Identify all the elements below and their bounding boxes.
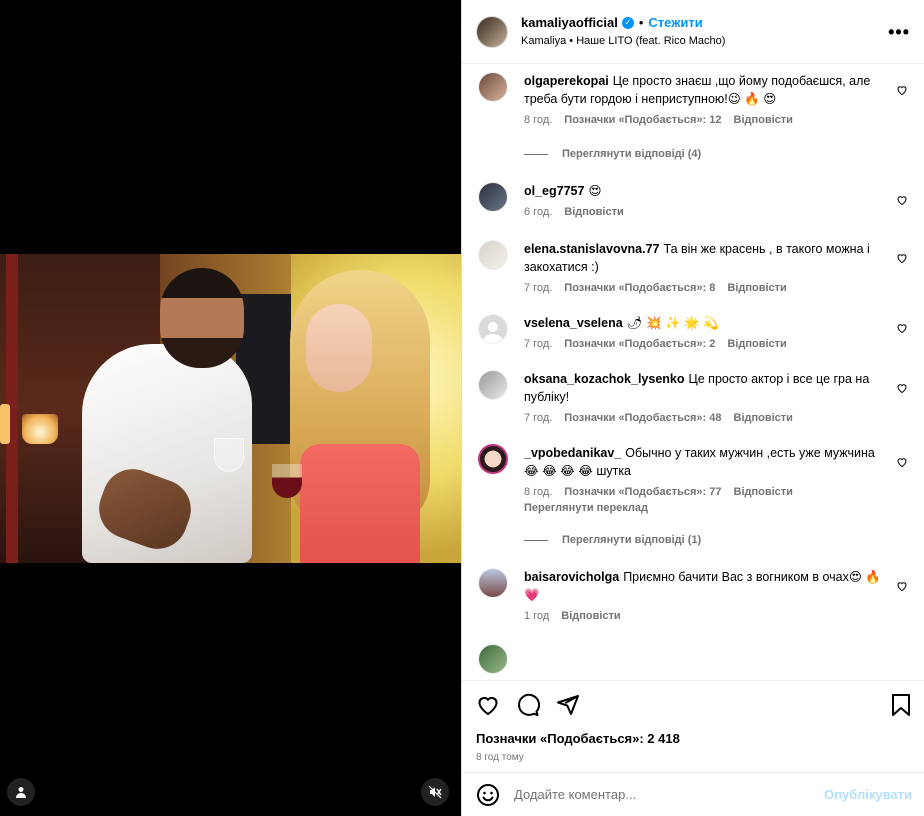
commenter-avatar[interactable] [478, 240, 508, 270]
commenter-username[interactable]: elena.stanislavovna.77 [524, 242, 660, 256]
view-replies-button[interactable]: Переглянути відповіді (4) [524, 148, 910, 160]
reply-button[interactable]: Відповісти [561, 610, 620, 622]
comment-likes[interactable]: Позначки «Подобається»: 8 [564, 282, 715, 294]
comment-text: 😍 [588, 184, 602, 198]
reply-button[interactable]: Відповісти [727, 338, 786, 350]
comment-text: 🌶 💥 ✨ 🌟 💫 [626, 316, 719, 330]
comment-time[interactable]: 7 год. [524, 412, 552, 424]
commenter-username[interactable]: olgaperekopai [524, 74, 609, 88]
comment-item: oksana_kozachok_lysenko Це просто актор і… [478, 370, 910, 424]
mute-toggle-button[interactable] [421, 778, 449, 806]
comment-time[interactable]: 7 год. [524, 282, 552, 294]
view-replies-button[interactable]: Переглянути відповіді (1) [524, 534, 910, 546]
comment-time[interactable]: 1 год [524, 610, 549, 622]
emoji-icon[interactable] [476, 783, 500, 807]
comment-likes[interactable]: Позначки «Подобається»: 2 [564, 338, 715, 350]
like-comment-heart-icon[interactable] [896, 382, 908, 394]
user-icon [16, 787, 26, 798]
default-avatar-icon [483, 322, 503, 343]
comment-item: _vpobedanikav_ Обычно у таких мужчин ,ест… [478, 444, 910, 514]
like-comment-heart-icon[interactable] [896, 252, 908, 264]
view-translation-button[interactable]: Переглянути переклад [524, 502, 882, 514]
comment-item: vselena_vselena 🌶 💥 ✨ 🌟 💫 7 год. Позначки… [478, 314, 910, 350]
view-replies-label[interactable]: Переглянути відповіді (4) [562, 148, 701, 160]
post-timestamp[interactable]: 8 год тому [462, 750, 924, 772]
post-header: kamaliyaofficial ✓ • Стежити Kamaliya • … [462, 0, 924, 64]
comment-likes[interactable]: Позначки «Подобається»: 12 [564, 114, 721, 126]
like-comment-heart-icon[interactable] [896, 580, 908, 592]
audio-track-link[interactable]: Kamaliya • Наше LITO (feat. Rico Macho) [521, 35, 725, 49]
comment-likes[interactable]: Позначки «Подобається»: 77 [564, 486, 721, 498]
commenter-username[interactable]: baisarovicholga [524, 570, 619, 584]
comment-item: ol_eg7757 😍 6 год. Відповісти [478, 182, 910, 218]
reply-button[interactable]: Відповісти [734, 486, 793, 498]
comment-input[interactable] [514, 787, 825, 802]
publish-button[interactable]: Опублікувати [824, 787, 912, 802]
post-photo [0, 254, 461, 563]
comment-time[interactable]: 8 год. [524, 114, 552, 126]
commenter-avatar[interactable] [478, 444, 508, 474]
separator-dot: • [638, 14, 644, 30]
reply-button[interactable]: Відповісти [734, 114, 793, 126]
like-comment-heart-icon[interactable] [896, 456, 908, 468]
reply-button[interactable]: Відповісти [734, 412, 793, 424]
commenter-username[interactable]: vselena_vselena [524, 316, 623, 330]
post-actions-bar [462, 680, 924, 728]
commenter-avatar[interactable] [478, 72, 508, 102]
post-side-panel: kamaliyaofficial ✓ • Стежити Kamaliya • … [461, 0, 924, 816]
comment-time[interactable]: 6 год. [524, 206, 552, 218]
comment-likes[interactable]: Позначки «Подобається»: 48 [564, 412, 721, 424]
post-media[interactable] [0, 0, 461, 816]
comment-time[interactable]: 8 год. [524, 486, 552, 498]
post-dialog: kamaliyaofficial ✓ • Стежити Kamaliya • … [0, 0, 924, 816]
comment-item: elena.stanislavovna.77 Та він же красень … [478, 240, 910, 294]
like-comment-heart-icon[interactable] [896, 322, 908, 334]
comment-item: olgaperekopai Це просто знаєш ,що йому по… [478, 72, 910, 126]
commenter-username[interactable]: ol_eg7757 [524, 184, 584, 198]
commenter-avatar[interactable] [478, 568, 508, 598]
author-username[interactable]: kamaliyaofficial [521, 15, 618, 31]
comment-icon[interactable] [516, 693, 540, 717]
replies-divider [524, 153, 548, 155]
add-comment-bar: Опублікувати [462, 772, 924, 816]
more-options-icon[interactable]: ••• [888, 22, 910, 43]
like-comment-heart-icon[interactable] [896, 84, 908, 96]
post-likes-count[interactable]: Позначки «Подобається»: 2 418 [462, 728, 924, 750]
commenter-username[interactable]: _vpobedanikav_ [524, 446, 621, 460]
tagged-users-button[interactable] [7, 778, 35, 806]
reply-button[interactable]: Відповісти [564, 206, 623, 218]
commenter-avatar[interactable] [478, 182, 508, 212]
commenter-avatar[interactable] [478, 370, 508, 400]
follow-button[interactable]: Стежити [648, 15, 702, 31]
verified-badge-icon: ✓ [621, 16, 634, 29]
bookmark-icon[interactable] [890, 693, 912, 717]
comment-item-partial [478, 644, 910, 674]
like-comment-heart-icon[interactable] [896, 194, 908, 206]
commenter-avatar[interactable] [478, 644, 508, 674]
heart-icon[interactable] [476, 693, 500, 717]
comment-item: baisarovicholga Приємно бачити Вас з вогн… [478, 568, 910, 622]
commenter-avatar[interactable] [478, 314, 508, 344]
comments-list[interactable]: olgaperekopai Це просто знаєш ,що йому по… [462, 64, 924, 680]
comment-time[interactable]: 7 год. [524, 338, 552, 350]
view-replies-label[interactable]: Переглянути відповіді (1) [562, 534, 701, 546]
author-avatar[interactable] [476, 15, 508, 48]
reply-button[interactable]: Відповісти [727, 282, 786, 294]
commenter-username[interactable]: oksana_kozachok_lysenko [524, 372, 685, 386]
muted-speaker-icon [428, 785, 442, 799]
share-icon[interactable] [556, 693, 580, 717]
replies-divider [524, 539, 548, 541]
